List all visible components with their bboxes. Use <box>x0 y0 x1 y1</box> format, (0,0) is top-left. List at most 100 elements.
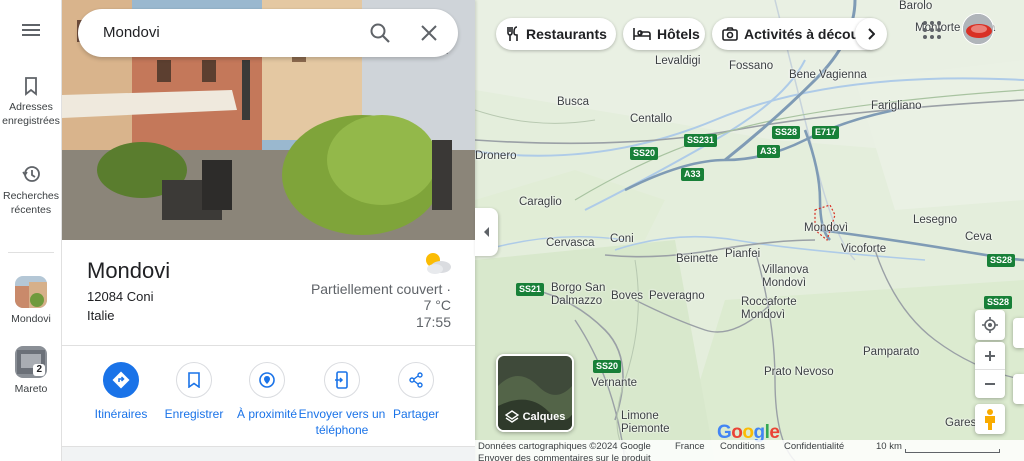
map-label-town: Vernante <box>591 377 638 389</box>
panel-divider <box>62 345 475 346</box>
my-location-button[interactable] <box>975 310 1005 340</box>
place-address-line1: 12084 Coni <box>87 289 154 304</box>
map-label-town: Borgo San Dalmazzo <box>551 282 606 307</box>
recent-item-label: Mondovi <box>11 313 51 325</box>
recent-item-mareto[interactable]: 2 Mareto <box>0 346 62 396</box>
map-footer: Données cartographiques ©2024 Google Fra… <box>475 440 1024 461</box>
recent-thumbnail: 2 <box>15 346 47 378</box>
nearby-icon <box>259 372 275 388</box>
action-bar: Itinéraires Enregistrer À proximité Envo… <box>62 360 475 460</box>
layers-label: Calques <box>522 411 566 423</box>
road-shield: SS28 <box>987 254 1016 267</box>
panel-bottom-edge <box>62 446 475 461</box>
minus-icon <box>985 383 995 385</box>
map-label-town: Caraglio <box>519 196 562 208</box>
scale-label[interactable]: 10 km <box>876 441 902 452</box>
road-shield: SS28 <box>772 126 801 139</box>
recent-searches-button[interactable]: Recherches récentes <box>0 163 62 217</box>
weather-time: 17:55 <box>415 314 451 330</box>
apps-grid-icon[interactable] <box>922 20 942 40</box>
my-location-icon <box>982 317 998 333</box>
map-label-town: Peveragno <box>649 290 705 302</box>
recent-thumbnail <box>15 276 47 308</box>
search-icon[interactable] <box>368 21 392 45</box>
rail-divider <box>8 252 54 253</box>
scale-bar <box>905 449 1000 453</box>
place-panel: Mondovi Mondovi 12084 Coni Italie Partie… <box>62 0 475 461</box>
chevron-right-icon <box>868 28 875 40</box>
place-title: Mondovi <box>87 258 171 283</box>
collapse-panel-button[interactable] <box>475 208 498 256</box>
saved-places-label: Adresses enregistrées <box>2 101 60 127</box>
map-label-town: Pianfei <box>725 248 761 260</box>
road-shield: A33 <box>757 145 780 158</box>
terms-link[interactable]: Conditions <box>720 441 765 452</box>
privacy-link[interactable]: Confidentialité <box>784 441 844 452</box>
recent-item-mondovi[interactable]: Mondovi <box>0 276 62 326</box>
zoom-in-button[interactable] <box>975 342 1005 370</box>
search-input[interactable]: Mondovi <box>103 24 160 41</box>
map-label-town: Lesegno <box>913 214 958 226</box>
map-label-town: Pamparato <box>863 346 920 358</box>
close-icon[interactable] <box>418 22 440 44</box>
chevron-left-icon <box>483 227 489 237</box>
bookmark-icon <box>25 77 37 96</box>
expand-edge-button[interactable] <box>1013 374 1024 404</box>
map-label-town: Dronero <box>475 150 517 162</box>
account-avatar[interactable] <box>962 13 994 45</box>
bookmark-icon <box>188 372 200 388</box>
zoom-out-button[interactable] <box>975 370 1005 398</box>
directions-icon <box>112 371 130 389</box>
share-button[interactable]: Partager <box>372 360 460 422</box>
chip-hotels[interactable]: Hôtels <box>623 18 705 50</box>
road-shield: SS20 <box>593 360 622 373</box>
feedback-link[interactable]: Envoyer des commentaires sur le produit <box>478 453 651 461</box>
place-address-line2: Italie <box>87 308 115 323</box>
partly-cloudy-icon <box>426 253 451 274</box>
hamburger-menu-icon <box>22 24 40 36</box>
map-label-town: Bene Vagienna <box>789 69 867 81</box>
chip-restaurants[interactable]: Restaurants <box>496 18 616 50</box>
map-label-town: Limone Piemonte <box>621 410 670 435</box>
chip-label: Hôtels <box>657 26 700 42</box>
layers-button[interactable]: Calques <box>496 354 574 432</box>
street-view-pegman[interactable] <box>975 404 1005 434</box>
map-label-town: Centallo <box>630 113 673 125</box>
map-label-town: Beinette <box>676 253 719 265</box>
map-label-town: Vicoforte <box>841 243 887 255</box>
share-icon <box>409 372 423 388</box>
map-label-town: Coni <box>610 233 634 245</box>
maps-app: Adresses enregistrées Recherches récente… <box>0 0 1024 461</box>
pegman-icon <box>985 409 995 430</box>
saved-places-button[interactable]: Adresses enregistrées <box>0 76 62 128</box>
map-label-town: Cervasca <box>546 237 595 249</box>
menu-button[interactable] <box>0 22 62 42</box>
weather-condition: Partiellement couvert · <box>310 281 451 297</box>
zoom-controls <box>975 342 1005 398</box>
road-shield: SS21 <box>516 283 545 296</box>
restaurant-icon <box>507 26 518 41</box>
map-label-town: Villanova Mondovì <box>762 264 809 289</box>
map-label-town: Ceva <box>965 231 992 243</box>
chip-label: Restaurants <box>526 26 607 42</box>
map-label-town: Barolo <box>899 0 933 12</box>
road-shield: SS28 <box>984 296 1013 309</box>
share-label: Partager <box>392 407 440 421</box>
map-data-credit: Données cartographiques ©2024 Google <box>478 441 651 452</box>
hotel-icon <box>633 28 651 40</box>
map-label-town: Levaldigi <box>655 55 701 67</box>
road-shield: E717 <box>812 126 840 139</box>
map-label-town: Fossano <box>729 60 774 72</box>
recent-count-badge: 2 <box>33 364 45 376</box>
recent-searches-label: Recherches récentes <box>2 190 60 216</box>
chips-scroll-right-button[interactable] <box>855 18 887 50</box>
search-box[interactable]: Mondovi <box>78 9 458 57</box>
map-label-town: Prato Nevoso <box>764 366 834 378</box>
layers-label-row: Calques <box>498 410 572 424</box>
history-icon <box>22 166 40 182</box>
road-shield: SS231 <box>684 134 718 147</box>
camera-icon <box>722 27 738 41</box>
country-link[interactable]: France <box>675 441 705 452</box>
layers-icon <box>504 410 519 423</box>
expand-edge-button[interactable] <box>1013 318 1024 348</box>
